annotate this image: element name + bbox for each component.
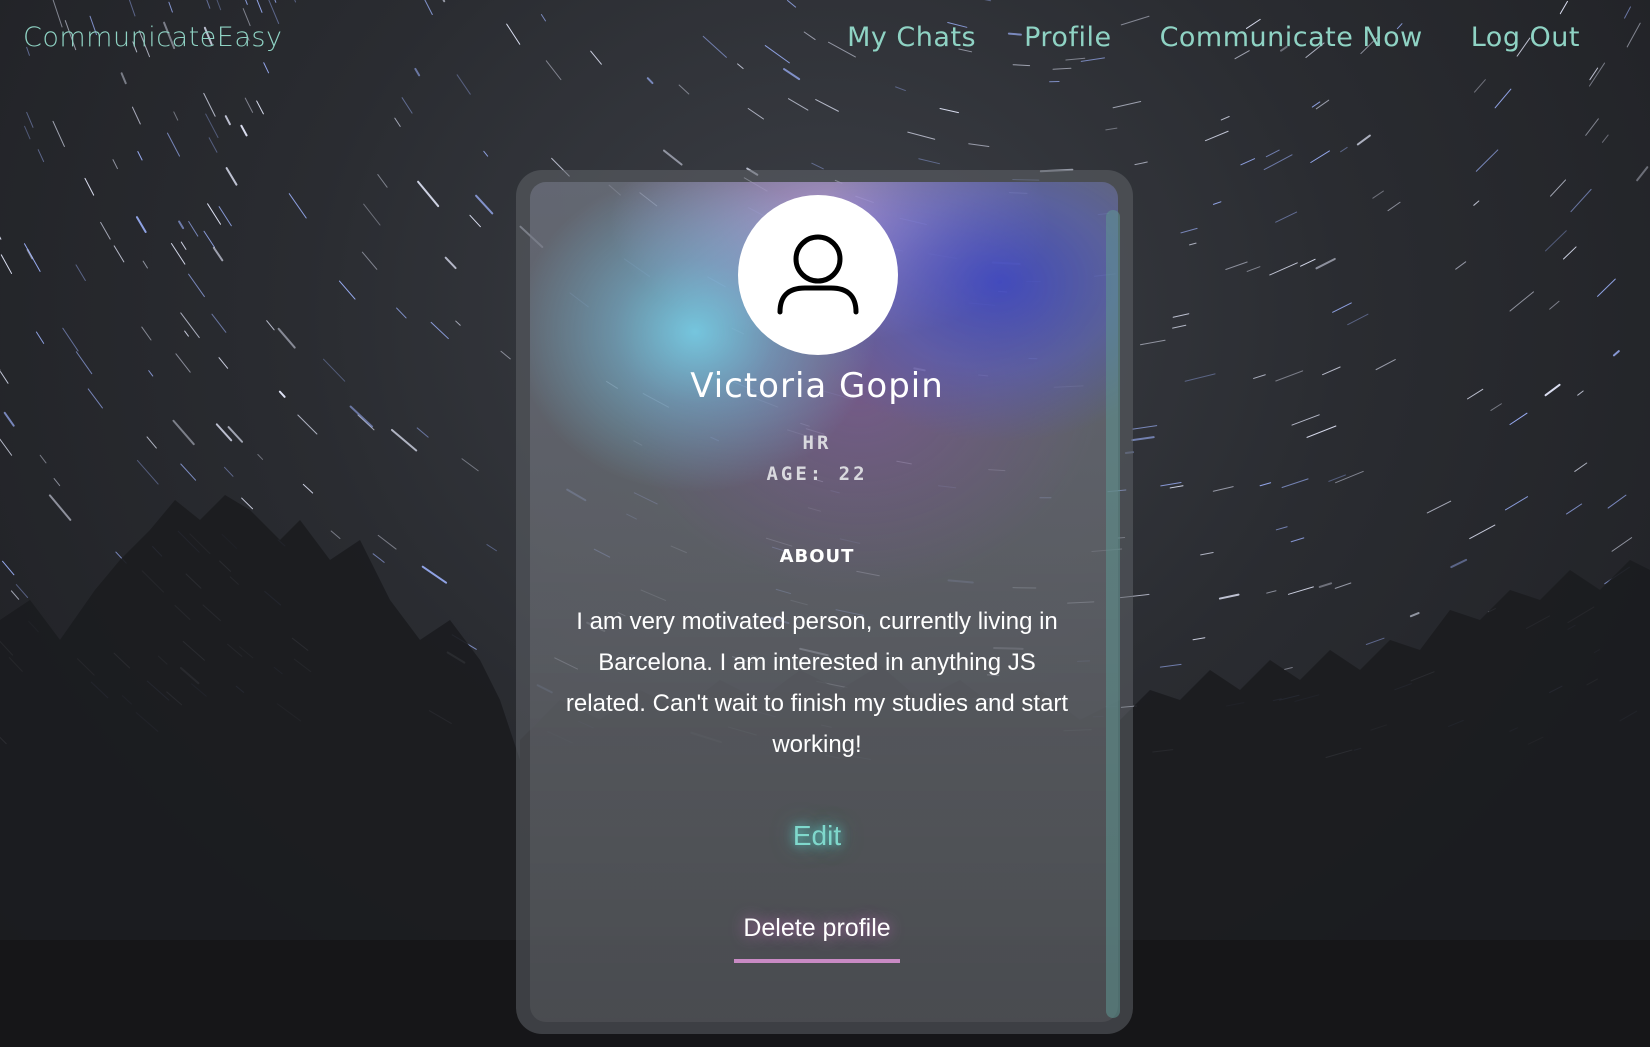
delete-profile-button[interactable]: Delete profile <box>734 914 900 963</box>
about-text: I am very motivated person, currently li… <box>565 608 1069 758</box>
card-scrollbar[interactable] <box>1106 210 1120 1018</box>
nav-links: My Chats Profile Communicate Now Log Out <box>847 22 1580 53</box>
profile-name: Victoria Gopin <box>690 366 944 406</box>
brand-logo-text[interactable]: CommunicateEasy <box>23 22 282 53</box>
user-icon <box>777 234 859 315</box>
nav-link-my-chats[interactable]: My Chats <box>847 22 976 53</box>
nav-link-communicate-now[interactable]: Communicate Now <box>1160 22 1423 53</box>
nav-link-profile[interactable]: Profile <box>1024 22 1111 53</box>
nav-link-log-out[interactable]: Log Out <box>1471 22 1580 53</box>
top-navbar: CommunicateEasy My Chats Profile Communi… <box>0 0 1650 84</box>
edit-button[interactable]: Edit <box>530 820 1104 852</box>
about-heading: ABOUT <box>779 546 855 567</box>
profile-age: AGE: 22 <box>766 463 868 485</box>
avatar <box>738 195 898 355</box>
profile-role: HR <box>802 432 832 454</box>
